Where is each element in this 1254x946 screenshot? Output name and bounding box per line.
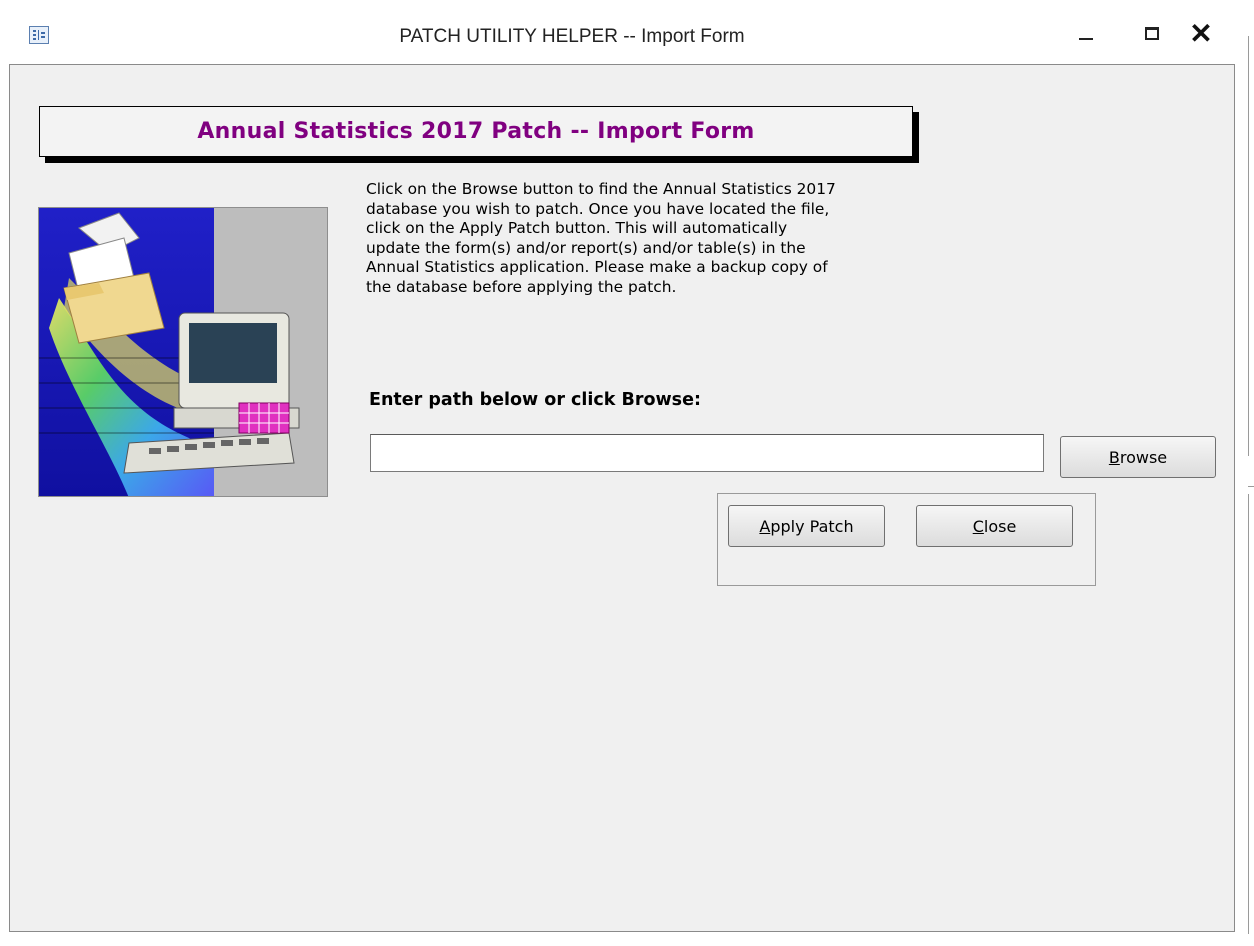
edge-tick (1248, 486, 1254, 487)
close-access-key: C (972, 516, 984, 536)
import-form: Annual Statistics 2017 Patch -- Import F… (9, 64, 1235, 932)
form-header-title: Annual Statistics 2017 Patch -- Import F… (197, 119, 755, 144)
browse-label: rowse (1119, 447, 1168, 467)
maximize-icon (1145, 26, 1159, 40)
path-input[interactable] (370, 434, 1044, 472)
maximize-button[interactable] (1127, 14, 1177, 52)
minimize-button[interactable] (1061, 14, 1111, 52)
apply-patch-button[interactable]: Apply Patch (728, 505, 885, 547)
form-header: Annual Statistics 2017 Patch -- Import F… (39, 106, 913, 157)
title-bar: PATCH UTILITY HELPER -- Import Form ✕ (0, 0, 1244, 62)
edge-line (1248, 36, 1249, 456)
window-title: PATCH UTILITY HELPER -- Import Form (399, 26, 745, 47)
close-window-button[interactable]: ✕ (1176, 14, 1226, 52)
close-button[interactable]: Close (916, 505, 1073, 547)
background-window-edge (1244, 0, 1254, 946)
instructions-text: Click on the Browse button to find the A… (366, 180, 836, 296)
browse-button[interactable]: Browse (1060, 436, 1216, 478)
apply-label: pply Patch (770, 516, 854, 536)
edge-line (1248, 494, 1249, 934)
minimize-icon (1079, 38, 1093, 40)
apply-access-key: A (759, 516, 771, 536)
browse-access-key: B (1108, 447, 1120, 467)
close-icon: ✕ (1189, 17, 1213, 49)
computer-files-image (38, 207, 328, 497)
path-label: Enter path below or click Browse: (369, 390, 701, 410)
computer-files-clipart (39, 208, 327, 496)
close-label: lose (983, 516, 1017, 536)
